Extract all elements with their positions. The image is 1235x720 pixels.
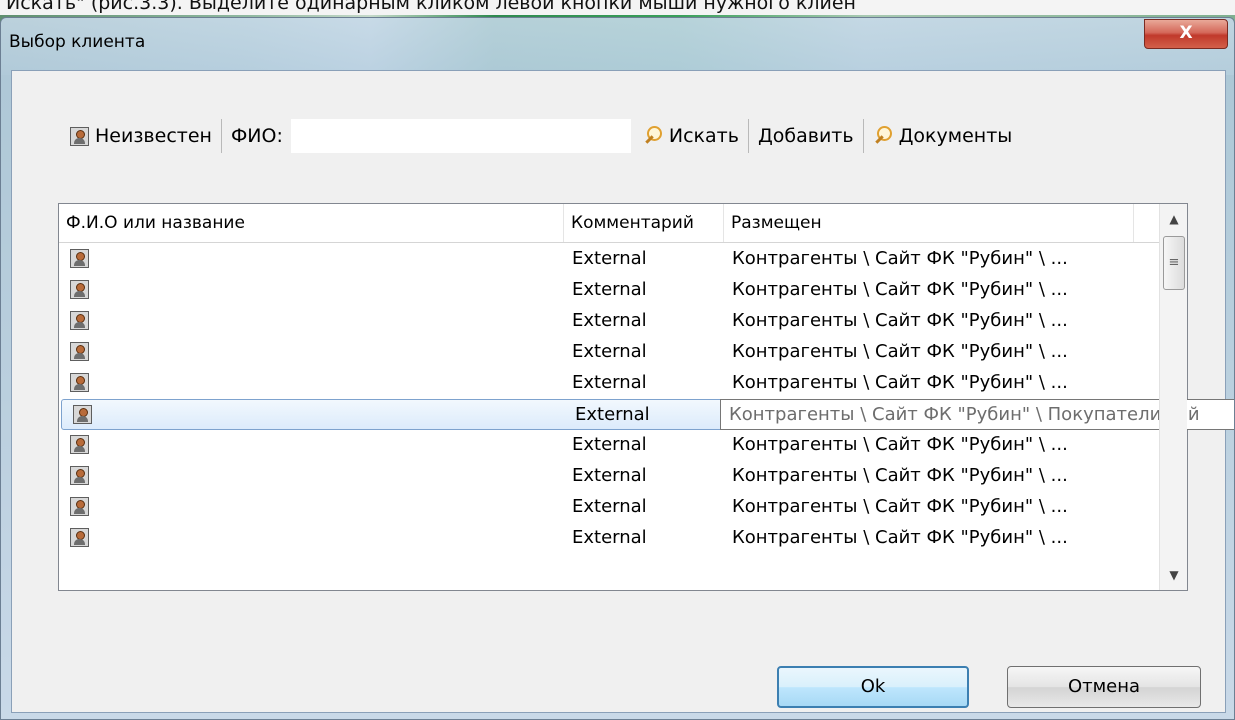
table-row[interactable]: External Контрагенты \ Сайт ФК "Рубин" \ … (59, 275, 1159, 306)
toolbar-separator (747, 119, 749, 153)
cell-comment: External (575, 404, 650, 425)
person-icon (70, 126, 89, 146)
list-rows: External Контрагенты \ Сайт ФК "Рубин" \ … (59, 244, 1234, 554)
person-icon (70, 249, 89, 268)
cell-location: Контрагенты \ Сайт ФК "Рубин" \ ... (732, 434, 1068, 455)
person-icon (70, 280, 89, 299)
title-bar[interactable]: Выбор клиента X (1, 18, 1234, 70)
cancel-label: Отмена (1067, 676, 1141, 697)
location-tooltip: Контрагенты \ Сайт ФК "Рубин" \ Покупате… (720, 399, 1234, 430)
column-header-comment[interactable]: Комментарий (564, 204, 724, 242)
cell-location: Контрагенты \ Сайт ФК "Рубин" \ ... (732, 310, 1068, 331)
scroll-up-arrow-icon[interactable]: ▲ (1160, 204, 1188, 234)
cell-location: Контрагенты \ Сайт ФК "Рубин" \ ... (732, 527, 1068, 548)
cell-name (59, 461, 564, 492)
cancel-button[interactable]: Отмена (1007, 666, 1201, 708)
table-row[interactable]: External Контрагенты \ Сайт ФК "Рубин" \ … (59, 306, 1159, 337)
cell-comment: External (572, 527, 647, 548)
cell-location: Контрагенты \ Сайт ФК "Рубин" \ ... (732, 341, 1068, 362)
person-icon (70, 528, 89, 547)
cell-name (59, 275, 564, 306)
vertical-scrollbar[interactable]: ▲ ≡ ▼ (1159, 204, 1187, 590)
cell-name (59, 306, 564, 337)
person-icon (70, 342, 89, 361)
documents-search-icon (873, 125, 893, 147)
table-row[interactable]: External Контрагенты \ Сайт ФК "Рубин" \ … (59, 461, 1159, 492)
ok-label: Ok (860, 676, 886, 697)
toolbar-separator (220, 119, 222, 153)
fio-label: ФИО: (230, 125, 283, 147)
cell-location: Контрагенты \ Сайт ФК "Рубин" \ ... (732, 248, 1068, 269)
search-label: Искать (668, 125, 739, 147)
cell-location: Контрагенты \ Сайт ФК "Рубин" \ ... (732, 496, 1068, 517)
cell-name (59, 244, 564, 275)
table-row[interactable]: External Контрагенты \ Сайт ФК "Рубин" \ … (61, 399, 1234, 430)
cell-name (59, 337, 564, 368)
ok-button[interactable]: Ok (777, 666, 969, 708)
cell-comment: External (572, 434, 647, 455)
dialog-title: Выбор клиента (9, 32, 146, 52)
cell-location: Контрагенты \ Сайт ФК "Рубин" \ ... (732, 465, 1068, 486)
cell-comment: External (572, 279, 647, 300)
table-row[interactable]: External Контрагенты \ Сайт ФК "Рубин" \ … (59, 337, 1159, 368)
toolbar: Неизвестен ФИО: Искать Добавить Документ… (64, 116, 1154, 156)
table-row[interactable]: External Контрагенты \ Сайт ФК "Рубин" \ … (59, 430, 1159, 461)
person-icon (70, 311, 89, 330)
cell-location: Контрагенты \ Сайт ФК "Рубин" \ ... (732, 372, 1068, 393)
person-icon (70, 435, 89, 454)
column-header-location[interactable]: Размещен (724, 204, 1134, 242)
fio-group: ФИО: (225, 116, 637, 156)
cell-name (59, 368, 564, 399)
fio-input[interactable] (290, 119, 631, 153)
list-header: Ф.И.О или название Комментарий Размещен (59, 204, 1159, 243)
cell-name (59, 523, 564, 554)
documents-button[interactable]: Документы (867, 116, 1019, 156)
cell-name (59, 430, 564, 461)
cell-name (62, 400, 567, 429)
documents-label: Документы (898, 125, 1013, 147)
cell-comment: External (572, 341, 647, 362)
table-row[interactable]: External Контрагенты \ Сайт ФК "Рубин" \ … (59, 523, 1159, 554)
add-label: Добавить (757, 125, 854, 147)
background-document-text: Искать" (рис.3.3). Выделите одинарным кл… (0, 0, 1235, 15)
table-row[interactable]: External Контрагенты \ Сайт ФК "Рубин" \ … (59, 492, 1159, 523)
cell-comment: External (572, 372, 647, 393)
person-icon (70, 466, 89, 485)
person-icon (70, 373, 89, 392)
table-row[interactable]: External Контрагенты \ Сайт ФК "Рубин" \ … (59, 368, 1159, 399)
unknown-button[interactable]: Неизвестен (64, 116, 218, 156)
close-button[interactable]: X (1144, 19, 1228, 49)
dialog-body: Неизвестен ФИО: Искать Добавить Документ… (11, 70, 1234, 713)
unknown-label: Неизвестен (95, 125, 212, 147)
cell-comment: External (572, 465, 647, 486)
scroll-thumb[interactable]: ≡ (1163, 236, 1185, 290)
column-header-name[interactable]: Ф.И.О или название (59, 204, 564, 242)
client-select-dialog: Выбор клиента X Неизвестен ФИО: Искать Д… (0, 17, 1235, 720)
search-icon (643, 125, 663, 147)
cell-comment: External (572, 496, 647, 517)
cell-name (59, 492, 564, 523)
table-row[interactable]: External Контрагенты \ Сайт ФК "Рубин" \ … (59, 244, 1159, 275)
cell-location: Контрагенты \ Сайт ФК "Рубин" \ ... (732, 279, 1068, 300)
person-icon (73, 405, 92, 424)
toolbar-separator (862, 119, 864, 153)
search-button[interactable]: Искать (637, 116, 745, 156)
cell-comment: External (572, 248, 647, 269)
client-list[interactable]: Ф.И.О или название Комментарий Размещен … (58, 203, 1234, 591)
cell-comment: External (572, 310, 647, 331)
person-icon (70, 497, 89, 516)
add-button[interactable]: Добавить (752, 116, 860, 156)
scroll-down-arrow-icon[interactable]: ▼ (1160, 560, 1188, 590)
